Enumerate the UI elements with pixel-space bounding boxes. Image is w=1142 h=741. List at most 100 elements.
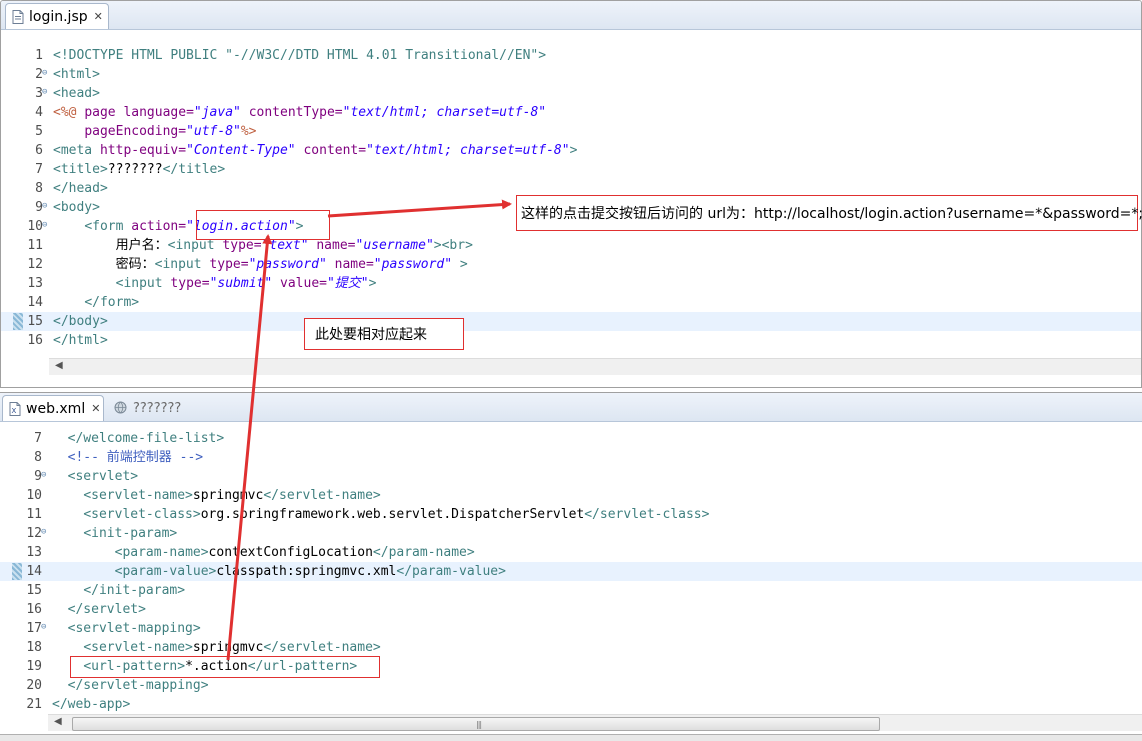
globe-icon [114,401,128,415]
fold-icon[interactable]: ⊖ [42,221,50,230]
code-text: pageEncoding="utf-8"%> [84,124,257,139]
line-number: 6 [35,143,43,158]
line-number: 1 [35,48,43,63]
code-line[interactable]: 14 <param-value>classpath:springmvc.xml<… [0,562,1142,581]
code-text: <param-value>classpath:springmvc.xml</pa… [114,564,506,579]
code-text: <servlet-class>org.springframework.web.s… [83,507,710,522]
code-line[interactable]: 6 <meta http-equiv="Content-Type" content… [1,141,1141,160]
line-number: 9 [35,200,43,215]
scrollbar-thumb[interactable]: ||| [72,717,880,731]
code-line[interactable]: 16 </html> [1,331,1141,350]
line-number: 8 [35,181,43,196]
current-line-marker [13,313,23,330]
code-line[interactable]: 13 <input type="submit" value="提交"> [1,274,1141,293]
code-text: <!-- 前端控制器 --> [67,450,204,465]
tab-web-xml-label: web.xml [26,400,86,417]
line-number: 20 [26,678,42,693]
scroll-left-icon[interactable]: ◀ [54,716,62,727]
code-text: </welcome-file-list> [67,431,225,446]
fold-icon[interactable]: ⊖ [41,623,49,632]
code-line[interactable]: 12 ⊖ <init-param> [0,524,1142,543]
code-line[interactable]: 12 密码：<input type="password" name="passw… [1,255,1141,274]
code-line[interactable]: 20 </servlet-mapping> [0,676,1142,695]
code-line[interactable]: 7 <title>???????</title> [1,160,1141,179]
line-number: 21 [26,697,42,712]
code-text: <meta http-equiv="Content-Type" content=… [53,143,578,158]
fold-icon[interactable]: ⊖ [42,69,50,78]
bottom-tab-strip: X web.xml ✕ ??????? [0,393,1142,422]
code-line[interactable]: 16 </servlet> [0,600,1142,619]
fold-icon[interactable]: ⊖ [41,528,49,537]
code-text: <title>???????</title> [53,162,226,177]
line-number: 4 [35,105,43,120]
current-line-marker [12,563,22,580]
fold-icon[interactable]: ⊖ [41,471,49,480]
fold-icon[interactable]: ⊖ [42,88,50,97]
line-number: 10 [27,219,43,234]
line-number: 12 [26,526,42,541]
top-horizontal-scrollbar[interactable]: ◀ [49,358,1141,375]
match-annotation-text: 此处要相对应起来 [315,327,427,343]
code-line[interactable]: 5 pageEncoding="utf-8"%> [1,122,1141,141]
tab-browser[interactable]: ??????? [108,395,198,421]
line-number: 16 [26,602,42,617]
code-text: <html> [53,67,100,82]
code-line[interactable]: 1 <!DOCTYPE HTML PUBLIC "-//W3C//DTD HTML… [1,46,1141,65]
tab-web-xml[interactable]: X web.xml ✕ [2,395,104,421]
tab-browser-label: ??????? [133,400,182,416]
line-number: 15 [27,314,43,329]
code-text: <!DOCTYPE HTML PUBLIC "-//W3C//DTD HTML … [53,48,547,63]
jsp-file-icon [12,9,24,24]
code-line[interactable]: 10 <servlet-name>springmvc</servlet-name… [0,486,1142,505]
code-line[interactable]: 18 <servlet-name>springmvc</servlet-name… [0,638,1142,657]
code-line[interactable]: 21 </web-app> [0,695,1142,714]
line-number: 14 [27,295,43,310]
scroll-left-icon[interactable]: ◀ [55,360,63,371]
grip-icon: ||| [476,720,482,729]
line-number: 8 [34,450,42,465]
xml-file-icon: X [9,401,21,416]
code-text: 密码：<input type="password" name="password… [53,257,468,272]
close-icon[interactable]: ✕ [94,10,103,23]
code-line[interactable]: 9 ⊖ <servlet> [0,467,1142,486]
code-line[interactable]: 13 <param-name>contextConfigLocation</pa… [0,543,1142,562]
code-line[interactable]: 2 ⊖ <html> [1,65,1141,84]
bottom-horizontal-scrollbar[interactable]: ◀ ||| [48,714,1142,731]
line-number: 7 [34,431,42,446]
url-annotation-note: 这样的点击提交按钮后访问的 url为：http://localhost/logi… [516,195,1142,231]
fold-icon[interactable]: ⊖ [42,202,50,211]
code-line[interactable]: 7 </welcome-file-list> [0,429,1142,448]
line-number: 13 [26,545,42,560]
code-line[interactable]: 11 用户名：<input type="text" name="username… [1,236,1141,255]
code-text: <servlet-mapping> [67,621,201,636]
line-number: 15 [26,583,42,598]
code-line[interactable]: 3 ⊖ <head> [1,84,1141,103]
line-number: 2 [35,67,43,82]
highlight-login-action [196,210,330,240]
code-line[interactable]: 14 </form> [1,293,1141,312]
code-line[interactable]: 15 </body> [1,312,1141,331]
line-number: 12 [27,257,43,272]
code-text: <param-name>contextConfigLocation</param… [114,545,475,560]
code-line[interactable]: 11 <servlet-class>org.springframework.we… [0,505,1142,524]
line-number: 18 [26,640,42,655]
highlight-url-pattern [70,656,380,678]
code-line[interactable]: 17 ⊖ <servlet-mapping> [0,619,1142,638]
code-line[interactable]: 8 <!-- 前端控制器 --> [0,448,1142,467]
line-number: 3 [35,86,43,101]
line-number: 16 [27,333,43,348]
code-text: </web-app> [52,697,131,712]
line-number: 7 [35,162,43,177]
line-number: 5 [35,124,43,139]
code-line[interactable]: 4 <%@ page language="java" contentType="t… [1,103,1141,122]
tab-login-jsp-label: login.jsp [29,8,88,25]
code-text: </servlet> [67,602,146,617]
code-text: <servlet> [67,469,139,484]
close-icon[interactable]: ✕ [91,402,100,415]
code-text: <body> [53,200,100,215]
tab-login-jsp[interactable]: login.jsp ✕ [5,3,109,29]
code-text: <servlet-name>springmvc</servlet-name> [83,488,381,503]
svg-text:X: X [12,407,17,415]
code-line[interactable]: 15 </init-param> [0,581,1142,600]
code-text: <servlet-name>springmvc</servlet-name> [83,640,381,655]
